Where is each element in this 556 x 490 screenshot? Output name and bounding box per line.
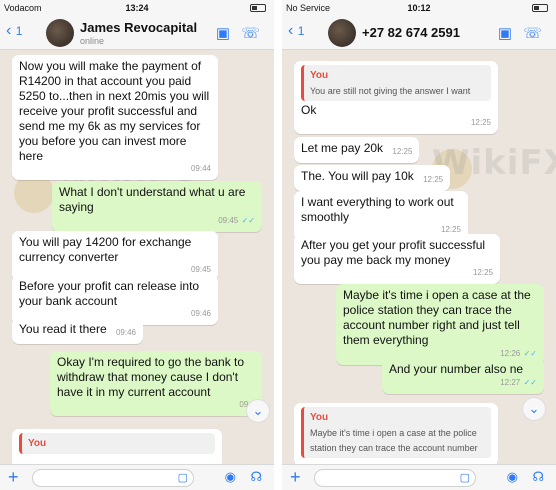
clock: 10:12 xyxy=(407,3,431,13)
message-text: You will pay 14200 for exchange currency… xyxy=(19,235,192,264)
video-call-icon[interactable]: ▣ xyxy=(498,24,512,42)
scroll-down-icon[interactable]: ⌄ xyxy=(522,397,546,421)
chat-header: ‹ 1 James Revocapital online ▣ ☏ xyxy=(0,16,274,50)
message-bubble[interactable]: Maybe it's time i open a case at the pol… xyxy=(336,284,544,365)
message-time: 12:25 xyxy=(392,147,413,156)
message-time: 12:25 xyxy=(470,118,491,127)
message-time: 09:4 xyxy=(57,397,255,412)
sticker-icon[interactable]: ▢ xyxy=(178,471,188,484)
status-bar: No Service 10:12 xyxy=(282,0,556,16)
message-bubble[interactable]: Okay I'm required to go the bank to with… xyxy=(50,351,262,416)
message-time: 12:27 xyxy=(500,378,521,387)
message-time: 12:26 xyxy=(500,349,521,358)
message-bubble[interactable]: And your number also ne 12:27 ✓✓ xyxy=(382,358,544,394)
message-text: After you get your profit successful you… xyxy=(301,238,486,267)
message-bubble[interactable]: You Maybe it's time i open a case at the… xyxy=(294,403,498,464)
sticker-icon[interactable]: ▢ xyxy=(460,471,470,484)
quoted-reply[interactable]: You You are still not giving the answer … xyxy=(301,65,491,101)
read-receipt-icon: ✓✓ xyxy=(523,378,537,387)
message-time: 12:25 xyxy=(423,175,444,184)
message-bubble[interactable]: The. You will pay 10k 12:25 xyxy=(294,165,451,191)
clock: 13:24 xyxy=(125,3,149,13)
message-text: You read it there xyxy=(19,322,107,336)
camera-icon[interactable]: ◉ xyxy=(507,469,518,485)
message-bubble[interactable]: You xyxy=(12,429,222,464)
microphone-icon[interactable]: ☊ xyxy=(250,469,262,485)
message-input[interactable] xyxy=(32,469,194,487)
message-bubble[interactable]: Now you will make the payment of R14200 … xyxy=(12,55,218,180)
quote-text: You are still not giving the answer I wa… xyxy=(310,86,471,96)
phone-call-icon[interactable]: ☏ xyxy=(241,24,260,42)
back-button[interactable]: ‹ 1 xyxy=(288,22,304,40)
quoted-reply[interactable]: You Maybe it's time i open a case at the… xyxy=(301,407,491,458)
scroll-down-icon[interactable]: ⌄ xyxy=(246,399,270,423)
message-text: Ok xyxy=(301,103,317,117)
message-text: What I don't understand what u are sayin… xyxy=(59,185,246,214)
message-text: Before your profit can release into your… xyxy=(19,279,200,308)
quote-author: You xyxy=(28,438,47,449)
message-bubble[interactable]: You You are still not giving the answer … xyxy=(294,61,498,134)
quote-author: You xyxy=(310,70,329,81)
message-time: 12:25 xyxy=(472,268,493,277)
message-input[interactable] xyxy=(314,469,476,487)
camera-icon[interactable]: ◉ xyxy=(225,469,236,485)
message-bubble[interactable]: What I don't understand what u are sayin… xyxy=(52,181,262,232)
chevron-left-icon: ‹ xyxy=(288,22,294,39)
message-bubble[interactable]: Let me pay 20k 12:25 xyxy=(294,137,420,163)
read-receipt-icon: ✓✓ xyxy=(523,349,537,358)
avatar[interactable] xyxy=(46,19,74,47)
plus-icon[interactable]: + xyxy=(290,467,301,488)
message-list[interactable]: WikiFX WikiFX Now you will make the paym… xyxy=(0,51,274,464)
left-chat-screen: Vodacom 13:24 ‹ 1 James Revocapital onli… xyxy=(0,0,274,490)
chat-header: ‹ 1 +27 82 674 2591 ▣ ☏ xyxy=(282,16,556,50)
message-list[interactable]: WikiFX WikiFX You You are still not givi… xyxy=(282,51,556,464)
message-text: The. You will pay 10k xyxy=(301,169,414,183)
message-text: Now you will make the payment of R14200 … xyxy=(19,59,210,163)
message-bubble[interactable]: You will pay 14200 for exchange currency… xyxy=(12,231,218,281)
phone-call-icon[interactable]: ☏ xyxy=(523,24,542,42)
contact-name[interactable]: +27 82 674 2591 xyxy=(362,25,460,40)
contact-status: online xyxy=(80,36,105,46)
message-time: 09:46 xyxy=(115,328,136,337)
battery-icon xyxy=(532,4,548,12)
back-button[interactable]: ‹ 1 xyxy=(6,22,22,40)
message-text: Maybe it's time i open a case at the pol… xyxy=(343,288,531,347)
status-bar: Vodacom 13:24 xyxy=(0,0,274,16)
chevron-left-icon: ‹ xyxy=(6,22,12,39)
composer-bar: + ▢ ◉ ☊ xyxy=(0,464,274,490)
watermark: WikiFX xyxy=(432,143,556,183)
plus-icon[interactable]: + xyxy=(8,467,19,488)
unread-count: 1 xyxy=(297,24,305,38)
right-chat-screen: No Service 10:12 ‹ 1 +27 82 674 2591 ▣ ☏… xyxy=(282,0,556,490)
avatar[interactable] xyxy=(328,19,356,47)
message-text: I want everything to work out smoothly xyxy=(301,195,454,224)
contact-name[interactable]: James Revocapital xyxy=(80,20,197,35)
composer-bar: + ▢ ◉ ☊ xyxy=(282,464,556,490)
video-call-icon[interactable]: ▣ xyxy=(216,24,230,42)
message-bubble[interactable]: You read it there 09:46 xyxy=(12,318,143,344)
message-text: Okay I'm required to go the bank to with… xyxy=(57,355,245,399)
quoted-reply[interactable]: You xyxy=(19,433,215,454)
microphone-icon[interactable]: ☊ xyxy=(532,469,544,485)
quote-author: You xyxy=(310,412,329,423)
message-bubble[interactable]: After you get your profit successful you… xyxy=(294,234,500,284)
message-text: Let me pay 20k xyxy=(301,141,384,155)
message-time: 09:45 xyxy=(218,216,239,225)
quote-text: Maybe it's time i open a case at the pol… xyxy=(310,428,478,453)
unread-count: 1 xyxy=(15,24,23,38)
message-time: 09:44 xyxy=(190,164,211,173)
battery-icon xyxy=(250,4,266,12)
read-receipt-icon: ✓✓ xyxy=(241,216,255,225)
